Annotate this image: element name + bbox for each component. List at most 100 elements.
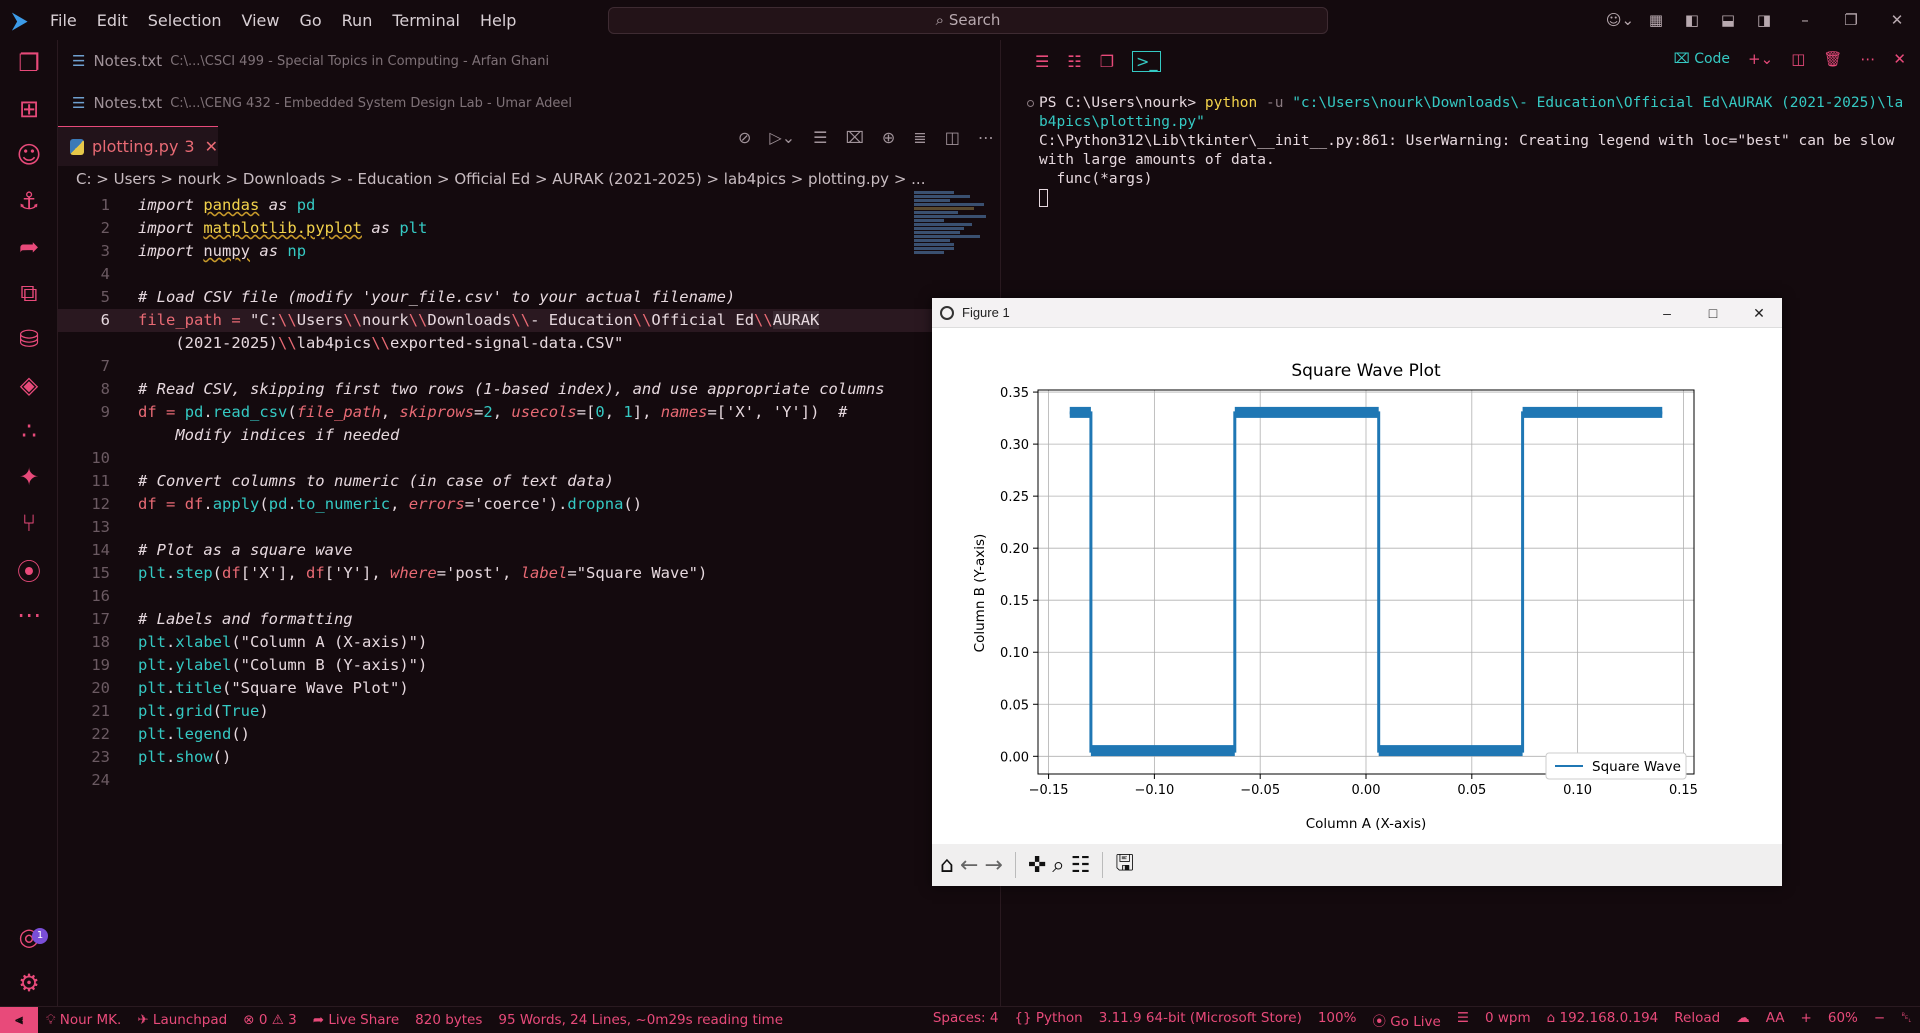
font-size-status[interactable]: AA [1758,1010,1793,1030]
configure-subplots-icon[interactable]: ☷ [1071,853,1091,878]
timeline-icon[interactable]: ⦿ [0,546,58,592]
close-panel-icon[interactable]: ✕ [1893,50,1906,68]
figure-maximize-icon[interactable]: □ [1690,298,1736,328]
menu-file[interactable]: File [40,11,87,30]
figure-close-icon[interactable]: ✕ [1736,298,1782,328]
menu-edit[interactable]: Edit [87,11,138,30]
output-tab-icon[interactable]: ☷ [1067,52,1081,71]
split-editor-icon[interactable]: ◫ [945,128,960,147]
close-icon[interactable]: ✕ [1874,11,1920,29]
explorer-icon[interactable]: ❐ [0,40,58,86]
problems-tab-icon[interactable]: ☰ [1035,52,1049,71]
close-tab-icon[interactable]: ✕ [205,137,218,156]
toggle-panel-icon[interactable]: ⬓ [1710,11,1746,29]
breadcrumb[interactable]: C: > Users > nourk > Downloads > - Educa… [76,170,996,192]
forward-icon[interactable]: → [984,853,1002,878]
notifications-bell-icon[interactable]: ␇ [1893,1010,1920,1030]
minimize-icon[interactable]: – [1782,11,1828,29]
customize-layout-icon[interactable]: ▦ [1638,11,1674,29]
eye-off-icon[interactable]: ⊘ [738,128,751,147]
y-tick-label: 0.05 [1000,698,1029,713]
kill-terminal-icon[interactable]: 🗑︎ [1823,50,1842,68]
back-icon[interactable]: ← [960,853,978,878]
launchpad-status[interactable]: ✈ Launchpad [129,1012,235,1028]
python-icon[interactable]: ✦ [0,454,58,500]
user-status[interactable]: 💡︎ Nour MK. [38,1012,129,1028]
menu-help[interactable]: Help [470,11,526,30]
copilot-icon[interactable]: ☺⌄ [1602,11,1638,29]
terminal-tab-icon[interactable]: >_ [1132,50,1162,72]
run-icon[interactable]: ▷⌄ [769,128,795,147]
restore-icon[interactable]: ❐ [1828,11,1874,29]
outline-icon[interactable]: ☰ [813,128,827,147]
zoom-status[interactable]: 100% [1310,1010,1365,1030]
problems-status[interactable]: ⊗ 0 ⚠ 3 [235,1012,304,1028]
x-tick-label: −0.10 [1134,783,1174,798]
anchor-icon[interactable]: ⚓ [0,178,58,224]
menu-view[interactable]: View [232,11,290,30]
new-file-icon[interactable]: ⊕ [882,128,895,147]
cloud-icon[interactable]: ☁ [1728,1010,1758,1030]
pet-icon[interactable]: ∴ [0,408,58,454]
series-noise-band [1069,406,1091,418]
remote-explorer-icon[interactable]: ⧉ [0,270,58,316]
minimap[interactable] [914,190,990,310]
smiley-extension-icon[interactable]: ☺ [0,132,58,178]
account-icon[interactable]: ◎ 1 [0,914,58,960]
liveshare-label: Live Share [328,1011,400,1028]
list-icon[interactable]: ☰ [1449,1010,1477,1030]
layers-icon[interactable]: ◈ [0,362,58,408]
toggle-sidebar-icon[interactable]: ◧ [1674,11,1710,29]
zoom-icon[interactable]: ⌕ [1052,853,1064,878]
more-actions-icon[interactable]: ⋯ [1860,50,1875,68]
format-icon[interactable]: ≣ [913,128,926,147]
menu-run[interactable]: Run [332,11,383,30]
search-icon: ⌕ [935,11,949,29]
tab-notes-ceng[interactable]: ☰ Notes.txt C:\...\CENG 432 - Embedded S… [58,82,998,124]
x-tick-label: 0.10 [1563,783,1592,798]
split-terminal-icon[interactable]: ◫ [1791,50,1805,68]
legend: Square Wave [1545,752,1687,780]
code-editor[interactable]: 1 import pandas as pd 2 import matplotlib.… [58,194,998,792]
more-icon[interactable]: ⋯ [0,592,58,638]
line-number: 20 [91,679,110,697]
menu-bar: File Edit Selection View Go Run Terminal… [40,11,526,30]
save-icon[interactable]: 🖫︎ [1115,846,1134,884]
new-terminal-icon[interactable]: +⌄ [1748,50,1773,68]
extensions-icon[interactable]: ⊞ [0,86,58,132]
toggle-secondary-sidebar-icon[interactable]: ◨ [1746,11,1782,29]
pan-icon[interactable]: ✜ [1028,853,1046,878]
figure-minimize-icon[interactable]: – [1644,298,1690,328]
command-center-search[interactable]: ⌕ Search [608,7,1328,34]
database-icon[interactable]: ⛁ [0,316,58,362]
font-increase-button[interactable]: + [1793,1010,1820,1030]
font-decrease-button[interactable]: − [1866,1010,1893,1030]
settings-gear-icon[interactable]: ⚙ [0,960,58,1006]
golive-status[interactable]: ⦿ Go Live [1364,1010,1448,1030]
reload-status[interactable]: Reload [1666,1010,1728,1030]
line-number: 7 [100,357,110,375]
source-control-icon[interactable]: ⑂ [0,500,58,546]
more-actions-icon[interactable]: ⋯ [978,128,994,147]
share-icon[interactable]: ➦ [0,224,58,270]
home-icon[interactable]: ⌂ [940,853,954,878]
terminal-output[interactable]: PS C:\Users\nourk> python -u "c:\Users\n… [1027,94,1909,208]
x-axis-label: Column A (X-axis) [1306,816,1427,832]
code-line: 21 plt.grid(True) [58,700,998,723]
debug-console-tab-icon[interactable]: ❐ [1100,52,1114,71]
menu-selection[interactable]: Selection [138,11,232,30]
tab-notes-csci[interactable]: ☰ Notes.txt C:\...\CSCI 499 - Special To… [58,40,998,82]
liveshare-status[interactable]: ➦ Live Share [305,1012,407,1028]
menu-go[interactable]: Go [289,11,331,30]
golive-label: Go Live [1390,1013,1441,1030]
tab-plotting-py[interactable]: plotting.py 3 ✕ [58,126,218,166]
terminal-icon[interactable]: ⌧ [845,128,863,147]
remote-indicator-icon[interactable]: ⫷ [0,1006,38,1033]
indent-status[interactable]: Spaces: 4 [925,1010,1007,1030]
language-status[interactable]: {} Python [1006,1010,1090,1030]
interpreter-status[interactable]: 3.11.9 64-bit (Microsoft Store) [1091,1010,1310,1030]
menu-terminal[interactable]: Terminal [382,11,470,30]
y-tick-label: 0.10 [1000,646,1029,661]
ip-status[interactable]: ⌂ 192.168.0.194 [1539,1010,1667,1030]
terminal-selector[interactable]: ⌧ Code [1674,51,1730,67]
